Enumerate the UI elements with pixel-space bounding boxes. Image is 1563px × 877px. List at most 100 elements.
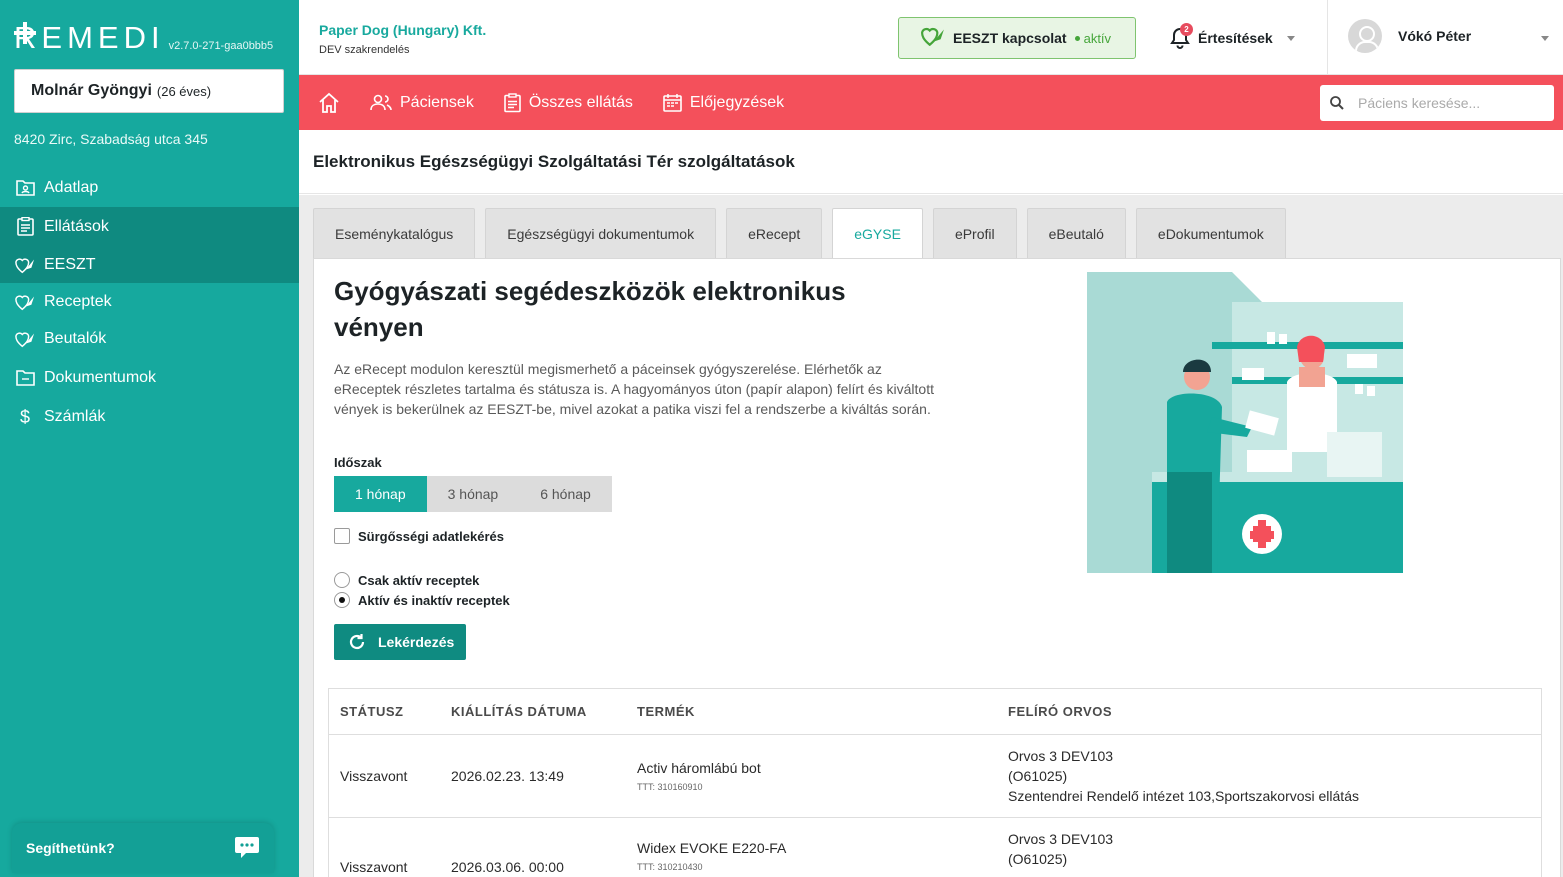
sidebar-item-label: Számlák: [44, 408, 106, 425]
logo-text: REMEDI: [14, 20, 165, 55]
urgent-query-label: Sürgősségi adatlekérés: [358, 528, 504, 544]
sidebar-item-label: Receptek: [44, 292, 112, 310]
sidebar-item-receptek[interactable]: Receptek: [0, 283, 299, 320]
tab-edokumentumok[interactable]: eDokumentumok: [1135, 208, 1286, 258]
tab-label: eRecept: [748, 225, 801, 242]
tab-erecept[interactable]: eRecept: [726, 208, 823, 258]
chat-bubble-icon: [234, 835, 260, 861]
chevron-down-icon[interactable]: [1541, 36, 1549, 41]
help-label: Segíthetünk?: [26, 840, 115, 856]
page-title-bar: Elektronikus Egészségügyi Szolgáltatási …: [299, 130, 1563, 194]
doctor-id: (O61025): [1008, 768, 1068, 784]
doctor-name: Orvos 3 DEV103: [1008, 748, 1114, 764]
table-row[interactable]: Visszavont 2026.02.23. 13:49 Activ három…: [329, 735, 1541, 818]
product-name: Widex EVOKE E220-FA: [637, 840, 787, 856]
notifications-label: Értesítések: [1198, 30, 1273, 46]
folder-user-icon: [15, 178, 35, 198]
page-title: Elektronikus Egészségügyi Szolgáltatási …: [313, 152, 795, 171]
eeszt-icon: [15, 255, 35, 275]
nav-appointments-label: Előjegyzések: [689, 93, 785, 111]
doctor-cell: Orvos 3 DEV103 (O61025) Szentendrei Rend…: [997, 746, 1541, 806]
status-cell: Visszavont: [340, 768, 408, 784]
sidebar-item-label: Ellátások: [44, 217, 109, 235]
sidebar-item-dokumentumok[interactable]: Dokumentumok: [0, 357, 299, 398]
tab-ebeutalo[interactable]: eBeutaló: [1026, 208, 1126, 258]
user-menu[interactable]: Vókó Péter: [1348, 19, 1471, 53]
users-icon: [370, 94, 392, 110]
doctor-cell: Orvos 3 DEV103 (O61025): [997, 829, 1541, 869]
patient-name: Molnár Gyöngyi: [31, 82, 152, 99]
eeszt-tabs: Eseménykatalógus Egészségügyi dokumentum…: [313, 208, 1296, 259]
sidebar-item-beutalok[interactable]: Beutalók: [0, 320, 299, 357]
nav-appointments[interactable]: Előjegyzések: [663, 93, 784, 112]
search-input[interactable]: [1358, 95, 1538, 111]
folder-icon: [15, 368, 35, 388]
query-button[interactable]: Lekérdezés: [334, 624, 466, 660]
patient-search[interactable]: [1320, 85, 1554, 121]
eeszt-icon: [15, 292, 35, 312]
tab-eprofil[interactable]: eProfil: [932, 208, 1017, 258]
nav-patients-label: Páciensek: [400, 93, 474, 111]
clipboard-icon: [15, 217, 35, 237]
radio-active-only-row[interactable]: Csak aktív receptek: [334, 572, 479, 588]
query-button-label: Lekérdezés: [378, 634, 455, 650]
product-code: TTT: 310210430: [637, 862, 703, 872]
section-title: Gyógyászati segédeszközök elektronikus v…: [334, 276, 846, 342]
remedi-logo[interactable]: REMEDI v2.7.0-271-gaa0bbb5: [14, 18, 273, 54]
status-cell: Visszavont: [340, 859, 408, 875]
period-3-month-button[interactable]: 3 hónap: [426, 476, 520, 512]
tab-egyse[interactable]: eGYSE: [832, 208, 923, 259]
sidebar-item-eeszt[interactable]: EESZT: [0, 246, 299, 283]
period-6-month-button[interactable]: 6 hónap: [519, 476, 612, 512]
tab-label: eBeutaló: [1048, 225, 1104, 242]
sidebar-item-label: Beutalók: [44, 329, 107, 347]
main-navbar: Páciensek Összes ellátás Előjegyzések: [299, 75, 1563, 130]
sidebar-item-szamlak[interactable]: $ Számlák: [0, 398, 299, 436]
patient-selector[interactable]: Molnár Gyöngyi (26 éves): [14, 69, 284, 113]
urgent-query-checkbox[interactable]: [334, 528, 350, 544]
column-header-doctor[interactable]: FELÍRÓ ORVOS: [997, 704, 1541, 719]
help-chat-widget[interactable]: Segíthetünk?: [12, 823, 274, 873]
tab-label: eProfil: [954, 225, 995, 242]
sidebar-item-adatlap[interactable]: Adatlap: [0, 168, 299, 207]
radio-all[interactable]: [334, 592, 350, 608]
eeszt-status-state: aktív: [1083, 30, 1112, 46]
nav-patients[interactable]: Páciensek: [370, 94, 474, 112]
radio-all-row[interactable]: Aktív és inaktív receptek: [334, 592, 510, 608]
sidebar-item-ellatasok[interactable]: Ellátások: [0, 207, 299, 246]
patient-age: (26 éves): [156, 83, 212, 99]
notifications-menu[interactable]: 2 Értesítések: [1169, 23, 1295, 50]
product-cell: Widex EVOKE E220-FA TTT: 310210430: [626, 829, 997, 872]
tab-label: Eseménykatalógus: [335, 225, 454, 242]
table-row[interactable]: Visszavont 2026.03.06. 00:00 Widex EVOKE…: [329, 818, 1541, 877]
company-name: Paper Dog (Hungary) Kft.: [319, 22, 487, 38]
radio-active-only[interactable]: [334, 572, 350, 588]
company-info[interactable]: Paper Dog (Hungary) Kft. DEV szakrendelé…: [319, 22, 486, 56]
period-1-month-button[interactable]: 1 hónap: [334, 476, 427, 512]
header-divider: [1327, 0, 1328, 75]
date-cell: 2026.03.06. 00:00: [451, 859, 564, 875]
eeszt-connection-status[interactable]: EESZT kapcsolat aktív: [898, 17, 1136, 59]
sidebar: REMEDI v2.7.0-271-gaa0bbb5 Molnár Gyöngy…: [0, 0, 299, 877]
notification-count-badge: 2: [1180, 23, 1193, 36]
radio-all-label: Aktív és inaktív receptek: [358, 592, 510, 608]
urgent-query-checkbox-row[interactable]: Sürgősségi adatlekérés: [334, 528, 504, 544]
column-header-status[interactable]: STÁTUSZ: [329, 704, 440, 719]
tab-egeszsegugyi-dokumentumok[interactable]: Egészségügyi dokumentumok: [485, 208, 717, 258]
tab-label: eGYSE: [854, 226, 901, 242]
sidebar-item-label: EESZT: [44, 255, 96, 273]
sidebar-item-label: Dokumentumok: [44, 368, 157, 386]
sidebar-item-label: Adatlap: [44, 178, 99, 196]
eeszt-status-label: EESZT kapcsolat: [953, 30, 1067, 46]
search-icon: [1330, 96, 1344, 110]
doctor-id: (O61025): [1008, 851, 1068, 867]
column-header-product[interactable]: TERMÉK: [626, 704, 997, 719]
tab-esemenykatalogus[interactable]: Eseménykatalógus: [313, 208, 476, 258]
pharmacy-illustration: [1087, 272, 1403, 573]
column-header-date[interactable]: KIÁLLÍTÁS DÁTUMA: [440, 704, 626, 719]
product-name: Activ háromlábú bot: [637, 760, 761, 776]
user-name: Vókó Péter: [1398, 28, 1472, 44]
home-icon[interactable]: [318, 92, 340, 114]
nav-all-services[interactable]: Összes ellátás: [504, 92, 633, 113]
calendar-icon: [663, 94, 682, 112]
